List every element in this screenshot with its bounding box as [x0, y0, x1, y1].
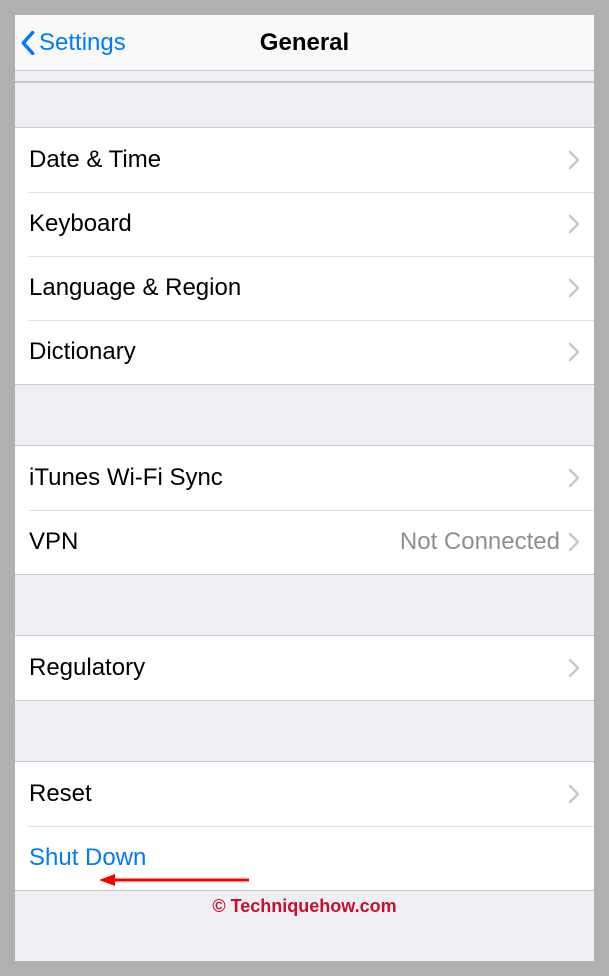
row-language-region[interactable]: Language & Region [15, 256, 594, 320]
row-label: Shut Down [29, 844, 580, 872]
chevron-right-icon [568, 468, 580, 488]
chevron-right-icon [568, 278, 580, 298]
row-keyboard[interactable]: Keyboard [15, 192, 594, 256]
chevron-right-icon [568, 784, 580, 804]
row-label: Language & Region [29, 274, 568, 302]
group-3: Regulatory [15, 635, 594, 701]
navbar: Settings General [15, 15, 594, 71]
chevron-right-icon [568, 532, 580, 552]
row-label: Keyboard [29, 210, 568, 238]
spacer [15, 701, 594, 761]
chevron-right-icon [568, 658, 580, 678]
chevron-right-icon [568, 150, 580, 170]
settings-general-screen: Settings General Date & Time Keyboard La… [15, 15, 594, 961]
row-label: Dictionary [29, 338, 568, 366]
row-itunes-wifi-sync[interactable]: iTunes Wi-Fi Sync [15, 446, 594, 510]
row-value: Not Connected [400, 528, 560, 556]
group-4: Reset Shut Down [15, 761, 594, 891]
spacer [15, 575, 594, 635]
row-label: iTunes Wi-Fi Sync [29, 464, 568, 492]
spacer [15, 71, 594, 81]
row-label: Reset [29, 780, 568, 808]
row-dictionary[interactable]: Dictionary [15, 320, 594, 384]
group-2: iTunes Wi-Fi Sync VPN Not Connected [15, 445, 594, 575]
chevron-back-icon [21, 31, 35, 55]
row-reset[interactable]: Reset [15, 762, 594, 826]
back-button[interactable]: Settings [15, 29, 126, 57]
row-regulatory[interactable]: Regulatory [15, 636, 594, 700]
row-label: Date & Time [29, 146, 568, 174]
row-label: Regulatory [29, 654, 568, 682]
spacer [15, 83, 594, 127]
row-label: VPN [29, 528, 400, 556]
row-vpn[interactable]: VPN Not Connected [15, 510, 594, 574]
chevron-right-icon [568, 214, 580, 234]
group-1: Date & Time Keyboard Language & Region D… [15, 127, 594, 385]
watermark: © Techniquehow.com [15, 896, 594, 917]
spacer [15, 385, 594, 445]
row-shut-down[interactable]: Shut Down [15, 826, 594, 890]
back-label: Settings [39, 29, 126, 57]
chevron-right-icon [568, 342, 580, 362]
row-date-time[interactable]: Date & Time [15, 128, 594, 192]
